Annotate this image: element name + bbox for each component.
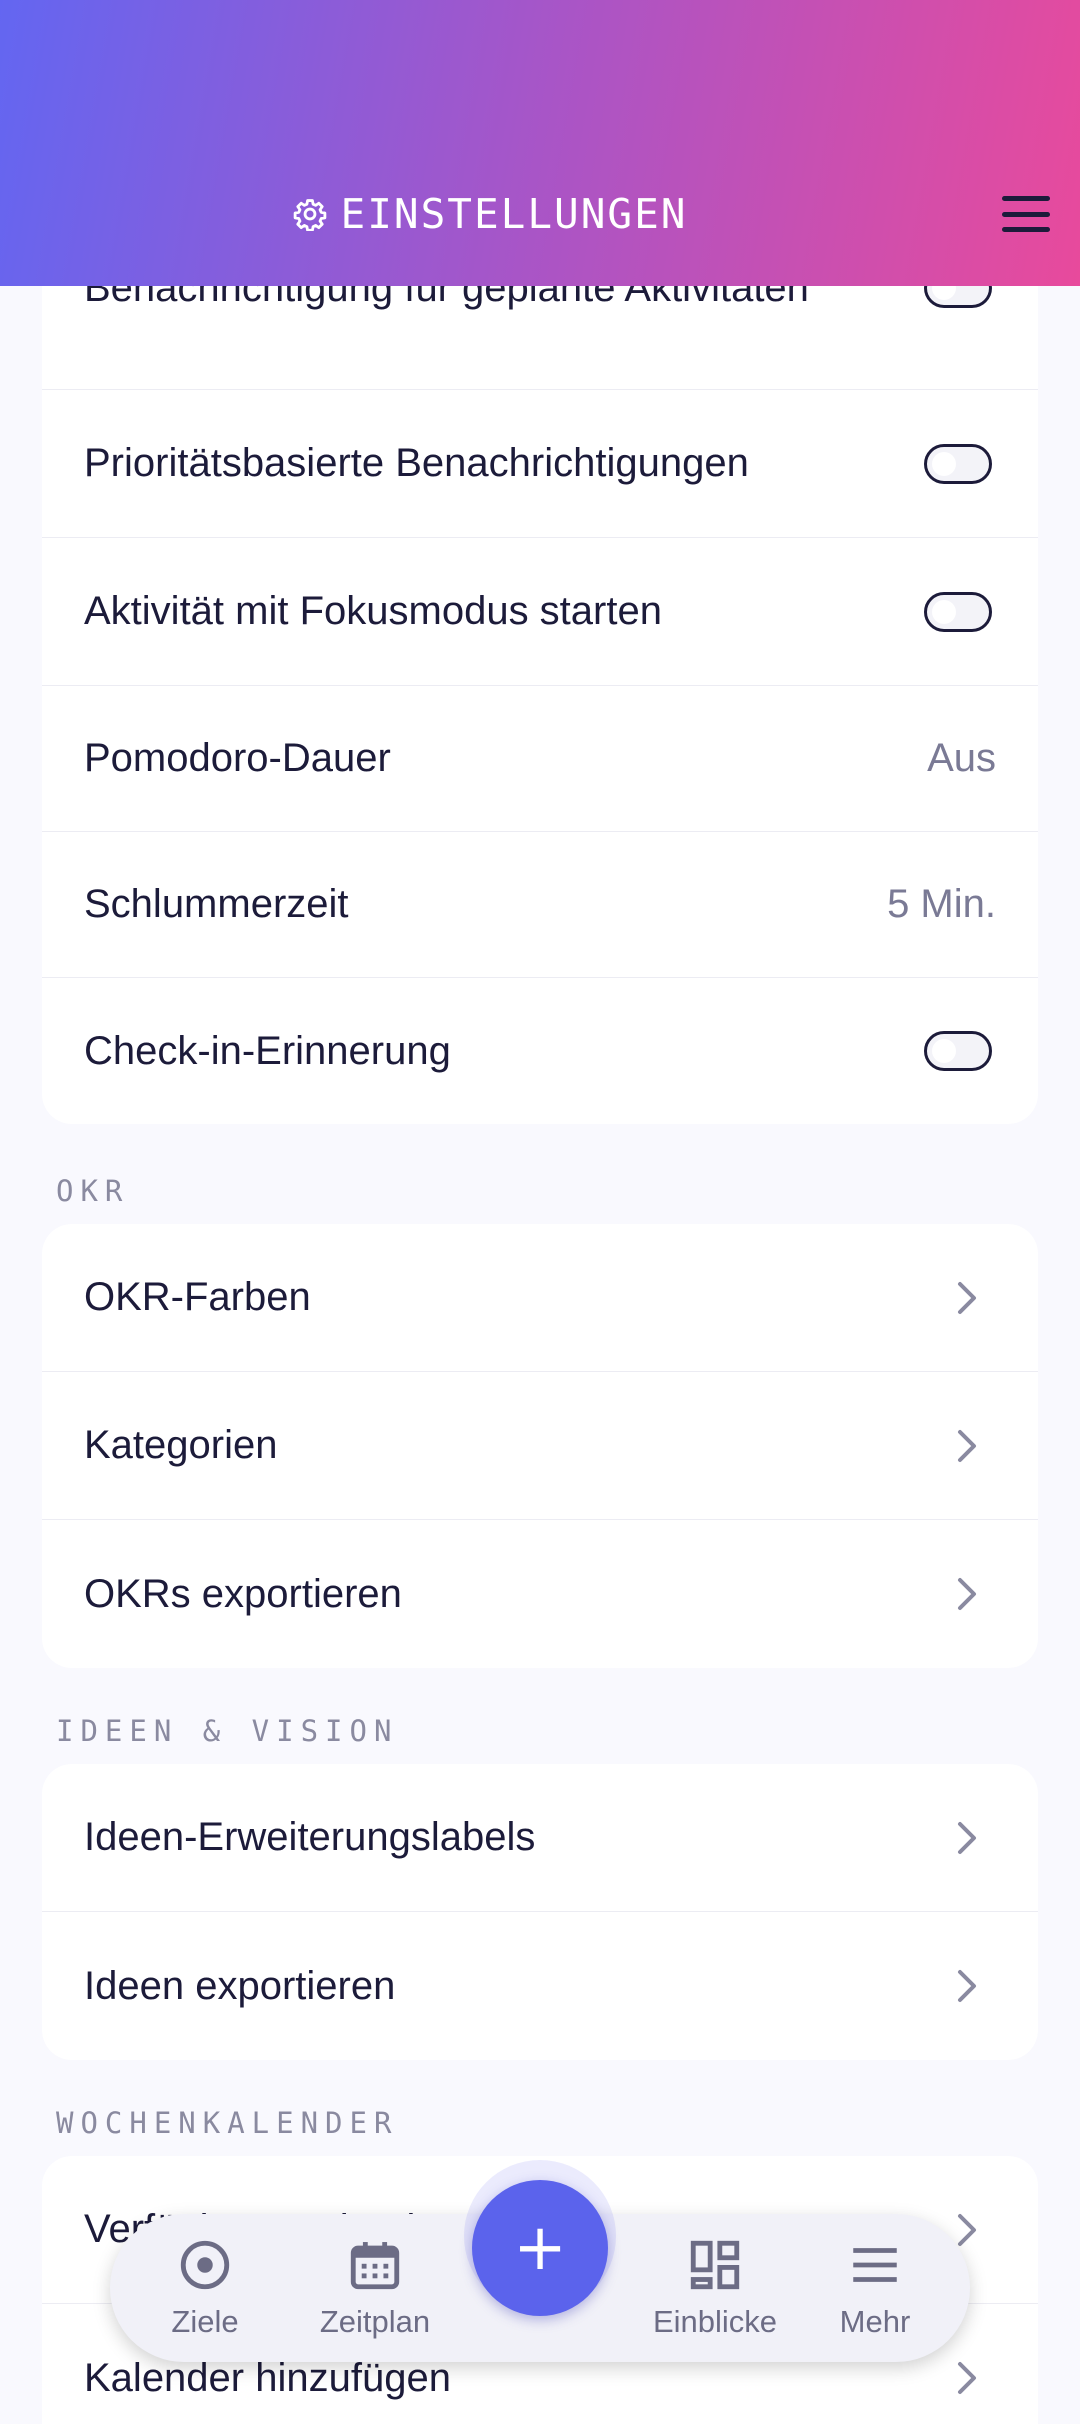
chevron-right-icon [958,1970,976,2002]
nav-item-goals[interactable]: Ziele [130,2214,280,2362]
notifications-card: Benachrichtigung für geplante Aktivitäte… [42,170,1038,1124]
focus-mode-toggle[interactable] [924,591,992,632]
chevron-right-icon [958,1281,976,1314]
row-label: Ideen-Erweiterungslabels [84,1815,536,1859]
snooze-value: 5 Min. [887,882,996,926]
target-icon [180,2240,230,2290]
row-export-ideas[interactable]: Ideen exportieren [42,1912,1038,2060]
row-categories[interactable]: Kategorien [42,1372,1038,1520]
menu-icon [853,2248,897,2282]
menu-line [1002,227,1050,232]
section-heading-ideas: IDEEN & VISION [56,1714,399,1748]
nav-item-insights[interactable]: Einblicke [630,2214,800,2362]
row-label: Schlummerzeit [84,882,349,926]
okr-card: OKR-Farben Kategorien OKRs exportieren [42,1224,1038,1668]
row-label: Pomodoro-Dauer [84,736,391,780]
nav-label: Einblicke [652,2304,778,2339]
row-idea-extension-labels[interactable]: Ideen-Erweiterungslabels [42,1764,1038,1912]
row-label: Aktivität mit Fokusmodus starten [84,589,662,633]
dashboard-icon [690,2240,740,2290]
section-heading-okr: OKR [56,1174,130,1208]
row-focus-mode-start[interactable]: Aktivität mit Fokusmodus starten [42,538,1038,686]
nav-label: Mehr [839,2304,911,2339]
menu-line [1002,211,1050,217]
checkin-reminder-toggle[interactable] [924,1031,992,1071]
add-button[interactable]: + [472,2180,608,2316]
row-label: Ideen exportieren [84,1963,396,2008]
page-title: EINSTELLUNGEN [0,190,980,238]
nav-item-more[interactable]: Mehr [800,2214,950,2362]
calendar-icon [350,2242,400,2290]
section-heading-calendar: WOCHENKALENDER [56,2106,399,2140]
nav-label: Ziele [171,2304,239,2339]
row-label: Kalender hinzufügen [84,2355,451,2400]
pomodoro-value: Aus [927,736,996,780]
priority-notification-toggle[interactable] [924,443,992,484]
row-snooze-time[interactable]: Schlummerzeit 5 Min. [42,832,1038,978]
app-header: EINSTELLUNGEN [0,0,1080,286]
row-okr-colors[interactable]: OKR-Farben [42,1224,1038,1372]
row-priority-notifications[interactable]: Prioritätsbasierte Benachrichtigungen [42,390,1038,538]
row-label: Kategorien [84,1423,278,1467]
chevron-right-icon [958,1578,976,1610]
chevron-right-icon [958,1429,976,1462]
row-label: OKRs exportieren [84,1571,402,1616]
page-title-text: EINSTELLUNGEN [340,190,688,238]
hamburger-menu-button[interactable] [1000,192,1052,236]
nav-item-schedule[interactable]: Zeitplan [300,2214,450,2362]
row-label: Check-in-Erinnerung [84,1028,451,1073]
chevron-right-icon [958,2362,976,2394]
ideas-card: Ideen-Erweiterungslabels Ideen exportier… [42,1764,1038,2060]
row-label: Prioritätsbasierte Benachrichtigungen [84,441,749,485]
row-checkin-reminder[interactable]: Check-in-Erinnerung [42,978,1038,1124]
row-export-okrs[interactable]: OKRs exportieren [42,1520,1038,1668]
row-pomodoro-duration[interactable]: Pomodoro-Dauer Aus [42,686,1038,832]
row-label: OKR-Farben [84,1275,311,1319]
nav-label: Zeitplan [319,2304,431,2339]
chevron-right-icon [958,1821,976,1854]
gear-icon [293,199,326,231]
menu-line [1002,196,1050,201]
chevron-right-icon [958,2213,976,2246]
